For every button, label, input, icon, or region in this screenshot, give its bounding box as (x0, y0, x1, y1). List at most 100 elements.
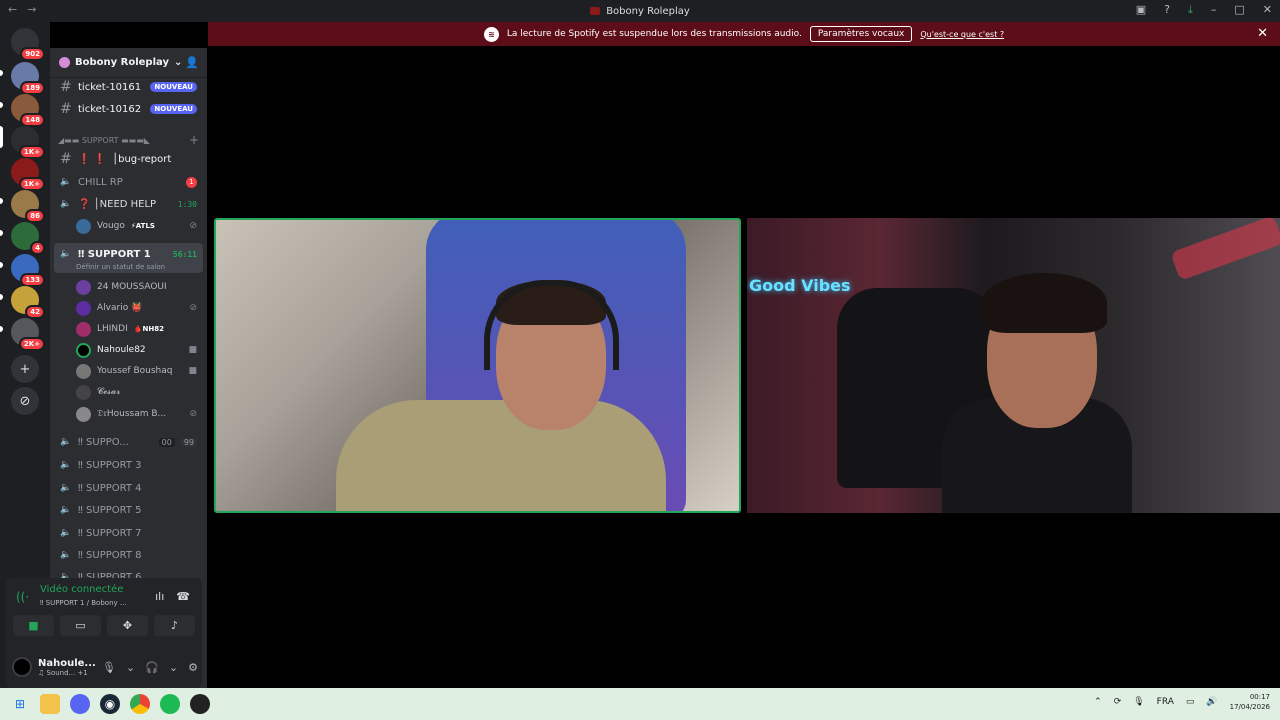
nav-buttons: ← → (8, 3, 36, 16)
channel-name: ‼ SUPPORT 5 (78, 504, 142, 516)
soundboard-button[interactable]: ♪ (154, 615, 195, 636)
user-limit: 99 (180, 437, 197, 447)
download-icon[interactable]: ⤓ (1188, 3, 1193, 17)
channel-support-3[interactable]: 🔈 ‼ SUPPORT 3 (54, 454, 203, 476)
clock[interactable]: 00:17 17/04/2026 (1230, 692, 1270, 712)
user-name: 𝔇𝔯Houssam B... (97, 409, 167, 419)
chevron-down-icon[interactable]: ⌄ (169, 661, 178, 674)
direct-messages-icon[interactable]: 902 (11, 28, 45, 61)
spotify-icon[interactable] (160, 694, 180, 714)
forward-button[interactable]: → (27, 3, 36, 16)
voice-connected-title[interactable]: Vidéo connectée (40, 584, 123, 595)
add-channel-icon[interactable]: + (189, 133, 199, 147)
channel-chill-rp[interactable]: 🔈 CHILL RP 1 (54, 171, 203, 193)
channel-support-4[interactable]: 🔈 ‼ SUPPORT 4 (54, 477, 203, 499)
video-tile-speaking[interactable] (214, 218, 741, 513)
unread-badge: 902 (20, 47, 45, 61)
language-indicator[interactable]: FRA (1157, 697, 1174, 707)
voice-user[interactable]: Nahoule82 ■ (76, 340, 201, 360)
guild-header[interactable]: Bobony Roleplay ⌄ 👤 (50, 48, 207, 78)
time: 00:17 (1249, 693, 1270, 701)
whats-this-link[interactable]: Qu'est-ce que c'est ? (920, 30, 1004, 39)
volume-icon[interactable]: 🔊 (1206, 697, 1217, 707)
voice-user[interactable]: 24 MOUSSAOUI (76, 277, 201, 297)
banner-close-icon[interactable]: ✕ (1257, 26, 1268, 41)
server-folder-icon[interactable]: 2K+ (11, 318, 45, 351)
channel-support-2[interactable]: 🔈 ‼ SUPPO... 00 99 (54, 431, 203, 453)
server-icon[interactable]: 1K+ (11, 126, 45, 159)
microphone-icon[interactable]: 🎙 (102, 661, 116, 674)
voice-user[interactable]: Youssef Boushaq ■ (76, 361, 201, 381)
channel-support-1[interactable]: 🔈 ‼ SUPPORT 1 56:11 (54, 243, 203, 265)
channel-support-5[interactable]: 🔈 ‼ SUPPORT 5 (54, 499, 203, 521)
invite-icon[interactable]: 👤 (185, 56, 199, 69)
unread-badge: 2K+ (18, 337, 45, 351)
channel-support-7[interactable]: 🔈 ‼ SUPPORT 7 (54, 522, 203, 544)
settings-gear-icon[interactable]: ⚙ (188, 661, 198, 674)
server-icon[interactable]: 42 (11, 286, 45, 319)
channel-support-8[interactable]: 🔈 ‼ SUPPORT 8 (54, 544, 203, 566)
video-tile[interactable]: Good Vibes (747, 218, 1280, 513)
microphone-icon[interactable]: 🎙 (1133, 697, 1144, 707)
server-icon[interactable]: 189 (11, 62, 45, 95)
disconnect-icon[interactable]: ☎ (176, 590, 190, 603)
screen-share-icon[interactable]: ▣ (1136, 3, 1146, 17)
user-name: LHINDI (97, 324, 128, 334)
help-icon[interactable]: ? (1164, 3, 1170, 17)
channel-status[interactable]: Définir un statut de salon (76, 263, 165, 271)
chrome-icon[interactable] (130, 694, 150, 714)
chevron-down-icon[interactable]: ⌄ (126, 661, 135, 674)
server-icon[interactable]: 1K+ (11, 158, 45, 191)
system-tray: ⌃ ⟳ 🎙 FRA ▭ 🔊 00:17 17/04/2026 (1094, 692, 1270, 712)
headphones-icon[interactable]: 🎧 (145, 661, 159, 674)
close-button[interactable]: ✕ (1263, 3, 1272, 17)
channel-bug-report[interactable]: # ❗ ❗ │bug-report (54, 148, 203, 170)
hash-icon: # (60, 151, 72, 167)
app-icon[interactable] (190, 694, 210, 714)
voice-channel-link[interactable]: ‼ SUPPORT 1 / Bobony ... (40, 599, 127, 607)
voice-user[interactable]: 𝔇𝔯Houssam B... ⊘ (76, 404, 201, 424)
server-icon[interactable]: 86 (11, 190, 45, 223)
voice-user[interactable]: Alvario 👹 ⊘ (76, 298, 201, 318)
voice-status-panel: ((· Vidéo connectée ‼ SUPPORT 1 / Bobony… (6, 578, 202, 688)
voice-user[interactable]: 𝓒𝓮𝓼𝓪𝓻 (76, 382, 201, 402)
channel-need-help[interactable]: 🔈 ❓ │NEED HELP 1:30 (54, 193, 203, 215)
new-badge: NOUVEAU (150, 82, 197, 92)
explore-servers-button[interactable]: ⊘ (11, 387, 39, 415)
server-icon[interactable]: 4 (11, 222, 45, 255)
back-button[interactable]: ← (8, 3, 17, 16)
start-icon[interactable]: ⊞ (10, 694, 30, 714)
noise-suppression-icon[interactable]: ılı (155, 590, 164, 603)
avatar[interactable] (12, 657, 32, 677)
network-icon[interactable]: ▭ (1186, 697, 1195, 707)
server-logo-icon (590, 7, 601, 15)
maximize-button[interactable]: □ (1234, 3, 1244, 17)
channel-name: ‼ SUPPORT 3 (78, 459, 142, 471)
minimize-button[interactable]: – (1211, 3, 1217, 17)
camera-button[interactable]: ■ (13, 615, 54, 636)
user-name: 𝓒𝓮𝓼𝓪𝓻 (97, 387, 121, 397)
user-info[interactable]: Nahoule... ♫ Sound... +1 (38, 658, 96, 677)
screen-share-button[interactable]: ▭ (60, 615, 101, 636)
spotify-banner: ≋ La lecture de Spotify est suspendue lo… (208, 22, 1280, 46)
activities-button[interactable]: ✥ (107, 615, 148, 636)
file-explorer-icon[interactable] (40, 694, 60, 714)
window-title: Bobony Roleplay (590, 6, 690, 17)
discord-icon[interactable] (70, 694, 90, 714)
category-support[interactable]: ◢▬▬ SUPPORT ▬▬▬◣ + (58, 133, 203, 147)
speaker-icon: 🔈 (60, 437, 72, 447)
chevron-up-icon[interactable]: ⌃ (1094, 697, 1102, 707)
channel-ticket-10162[interactable]: # ticket-10162 NOUVEAU (54, 98, 203, 120)
server-icon[interactable]: 133 (11, 254, 45, 287)
steam-icon[interactable]: ◉ (100, 694, 120, 714)
add-server-button[interactable]: + (11, 355, 39, 383)
channel-name: ‼ SUPPORT 1 (78, 248, 151, 260)
camera-icon: ■ (188, 366, 197, 376)
sync-icon[interactable]: ⟳ (1114, 697, 1122, 707)
voice-settings-button[interactable]: Paramètres vocaux (809, 26, 913, 42)
server-icon[interactable]: 148 (11, 94, 45, 127)
voice-user[interactable]: Vougo ⚡ATLS ⊘ (76, 216, 201, 236)
muted-icon: ⊘ (189, 221, 197, 231)
voice-user[interactable]: LHINDI 🩸NH82 (76, 319, 201, 339)
channel-ticket-10161[interactable]: # ticket-10161 NOUVEAU (54, 76, 203, 98)
